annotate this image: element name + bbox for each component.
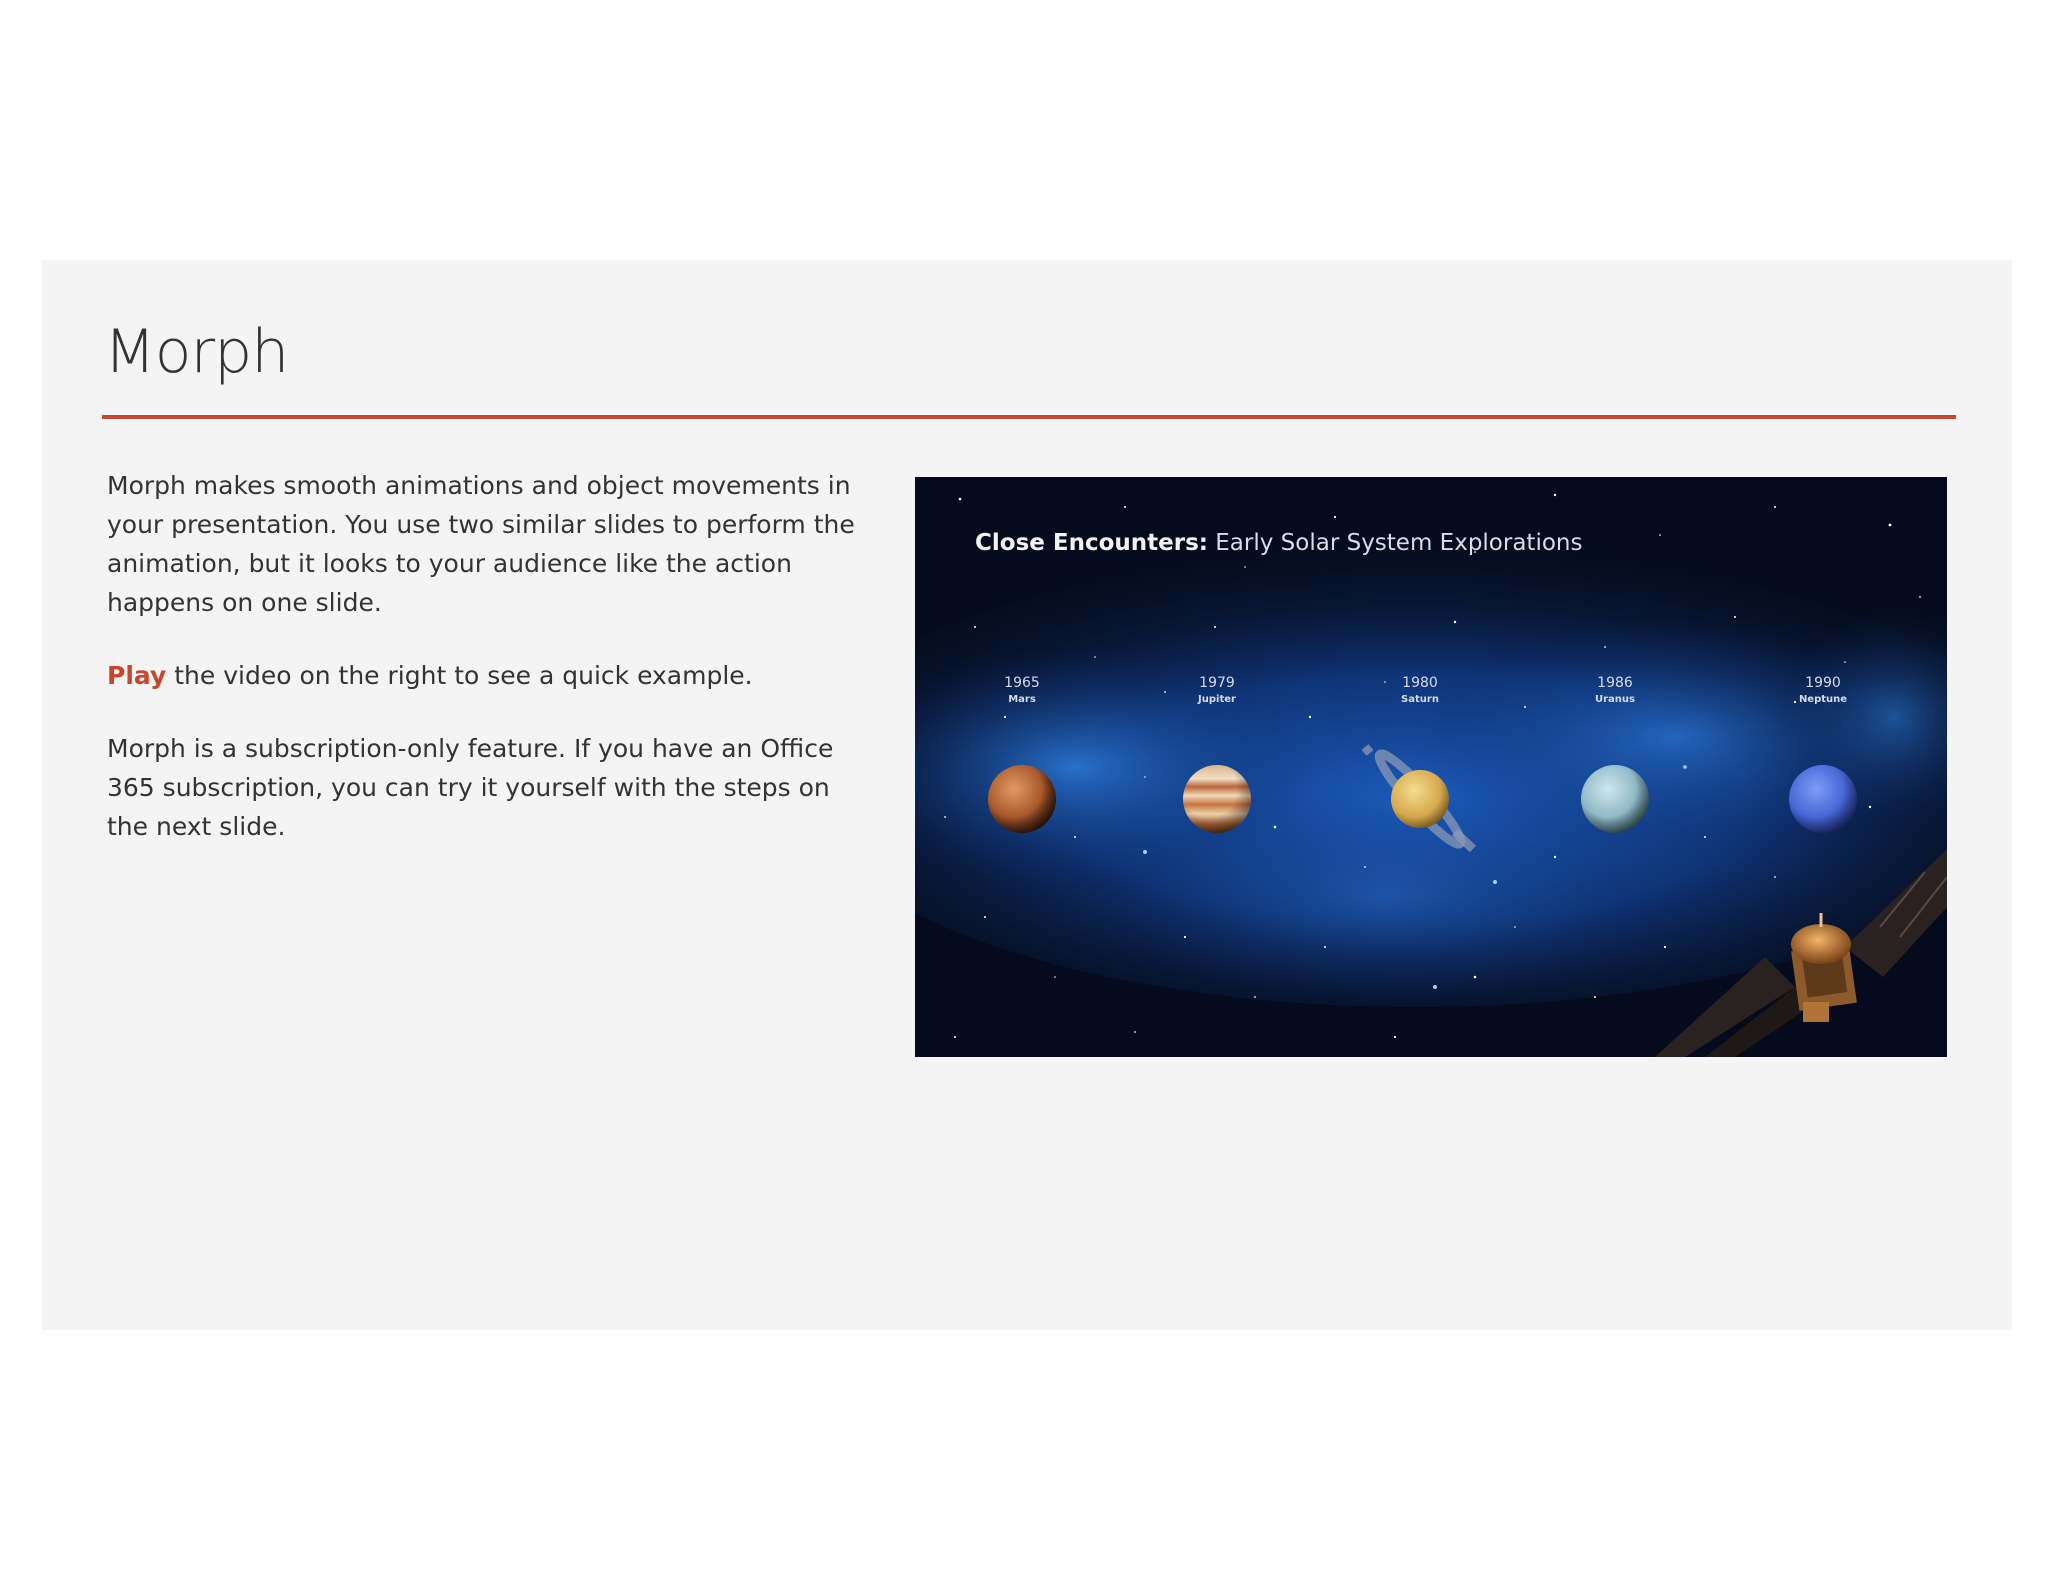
saturn-year: 1980 [1402,675,1438,691]
slide-title: Morph [104,317,289,387]
video-title: Close Encounters: Early Solar System Exp… [975,530,1582,556]
play-keyword: Play [107,661,167,690]
planet-mars [988,765,1056,833]
play-instruction: the video on the right to see a quick ex… [166,661,753,690]
slide-body: Morph makes smooth animations and object… [107,466,867,880]
neptune-name: Neptune [1799,694,1847,705]
neptune-year: 1990 [1805,675,1841,691]
jupiter-name: Jupiter [1197,694,1236,705]
paragraph-intro: Morph makes smooth animations and object… [107,471,855,617]
paragraph-subscription: Morph is a subscription-only feature. If… [107,734,834,841]
planet-uranus [1581,765,1649,833]
uranus-name: Uranus [1595,694,1635,705]
saturn-name: Saturn [1401,694,1439,705]
slide: Morph Morph makes smooth animations and … [42,260,2012,1330]
video-frame[interactable]: Close Encounters: Early Solar System Exp… [915,477,1947,1057]
video-title-bold: Close Encounters: [975,530,1208,556]
video-title-rest: Early Solar System Explorations [1208,530,1583,556]
page-background: Morph Morph makes smooth animations and … [0,0,2048,1582]
paragraph-play: Play the video on the right to see a qui… [107,656,867,695]
title-divider [102,415,1956,419]
planet-jupiter [1183,765,1251,833]
mars-year: 1965 [1004,675,1040,691]
planet-neptune [1789,765,1857,833]
jupiter-year: 1979 [1199,675,1235,691]
uranus-year: 1986 [1597,675,1633,691]
video-player[interactable]: Close Encounters: Early Solar System Exp… [915,477,1947,1057]
mars-name: Mars [1008,694,1036,705]
